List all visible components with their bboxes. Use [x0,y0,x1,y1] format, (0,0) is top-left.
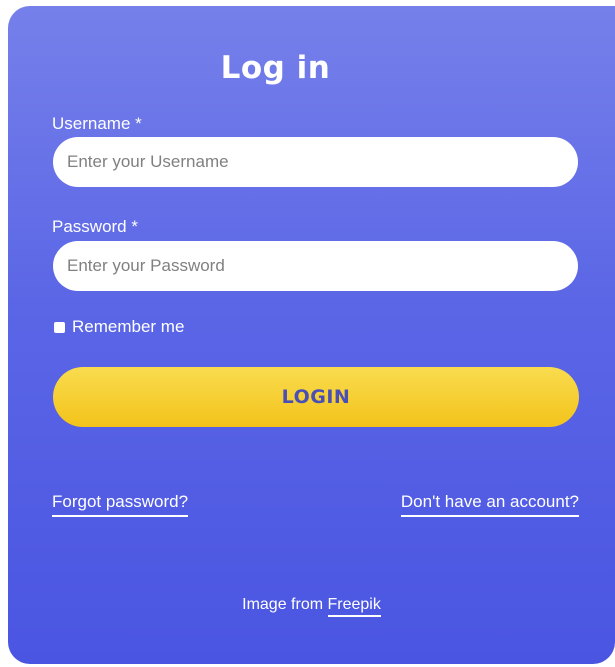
page-title: Log in [220,50,331,86]
password-input[interactable] [53,241,578,291]
password-label: Password * [52,217,138,236]
image-credit: Image from Freepik [8,596,615,617]
remember-me-label: Remember me [72,317,185,336]
checkbox-box[interactable] [54,321,65,333]
login-card: Log in Username * Password * Remember me… [8,6,615,664]
forgot-password-link[interactable]: Forgot password? [52,492,189,517]
login-button[interactable]: LOGIN [53,367,579,427]
credit-prefix: Image from [242,596,324,613]
username-input[interactable] [53,137,578,187]
freepik-link[interactable]: Freepik [327,596,381,617]
username-label: Username * [52,114,142,133]
signup-link[interactable]: Don't have an account? [400,492,579,517]
remember-me-checkbox[interactable]: Remember me [54,317,184,337]
